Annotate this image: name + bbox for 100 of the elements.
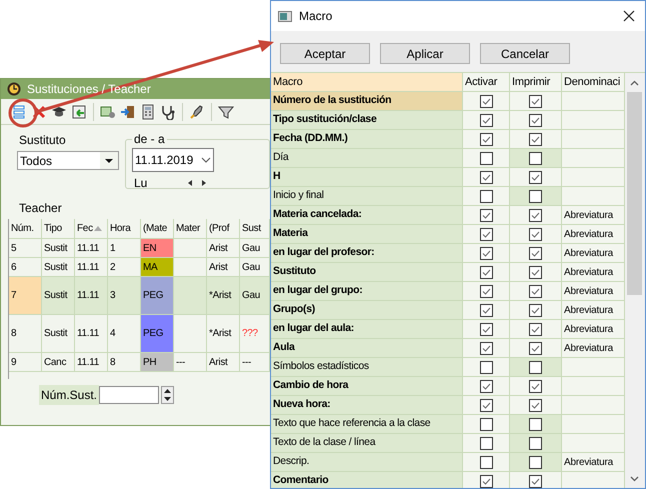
checkbox[interactable] [480, 190, 492, 202]
macro-label[interactable]: Texto de la clase / línea [271, 434, 463, 453]
column-header[interactable]: Macro [271, 73, 463, 92]
checkbox[interactable] [480, 246, 492, 260]
checkbox[interactable] [480, 322, 492, 336]
close-icon[interactable] [623, 10, 635, 22]
checkbox[interactable] [480, 170, 492, 184]
checkbox[interactable] [529, 418, 542, 430]
dialog-button[interactable]: Aplicar [380, 43, 470, 64]
table-cell: Sustit [42, 258, 75, 277]
macro-label[interactable]: Cambio de hora [271, 377, 463, 396]
checkbox[interactable] [529, 322, 542, 336]
checkbox[interactable] [480, 342, 492, 354]
substitute-dropdown[interactable]: Todos [17, 151, 119, 170]
checkbox[interactable] [480, 228, 492, 240]
scrollbar-thumb[interactable] [627, 92, 642, 295]
checkbox[interactable] [480, 114, 492, 126]
calendar-icon[interactable] [71, 104, 87, 120]
dialog-button[interactable]: Aceptar [280, 43, 370, 64]
checkbox[interactable] [529, 170, 542, 184]
checkbox[interactable] [480, 266, 492, 278]
checkbox[interactable] [529, 456, 542, 468]
chevron-icon [201, 157, 211, 163]
macro-label[interactable]: Símbolos estadísticos [271, 358, 463, 377]
table-cell: Gau [240, 277, 270, 315]
checkbox[interactable] [480, 418, 492, 430]
checkbox[interactable] [480, 208, 492, 222]
x-icon[interactable] [31, 104, 47, 120]
checkbox[interactable] [480, 360, 492, 374]
scroll-down-icon[interactable] [630, 476, 639, 482]
dialog-button[interactable]: Cancelar [480, 43, 570, 64]
checkbox[interactable] [529, 474, 542, 488]
macro-label[interactable]: Inicio y final [271, 187, 463, 206]
checkbox[interactable] [529, 132, 542, 146]
macro-label[interactable]: Tipo sustitución/clase [271, 111, 463, 130]
macro-label[interactable]: Fecha (DD.MM.) [271, 130, 463, 149]
previous-icon[interactable] [188, 180, 193, 186]
stethoscope-icon[interactable] [160, 104, 176, 120]
checkbox[interactable] [529, 380, 542, 392]
macro-label[interactable]: Descrip. [271, 453, 463, 472]
checkbox[interactable] [480, 132, 492, 146]
rocket-icon[interactable] [189, 104, 205, 120]
checkbox[interactable] [529, 284, 542, 298]
number-field[interactable] [99, 386, 159, 404]
table-cell: Sustit [42, 239, 75, 258]
table-cell: 8 [108, 353, 141, 372]
macro-label[interactable]: Sustituto [271, 263, 463, 282]
column-header[interactable]: Denominaci [562, 73, 625, 92]
checkbox[interactable] [480, 304, 492, 316]
scroll-up-icon[interactable] [630, 80, 639, 86]
checkbox[interactable] [529, 246, 542, 260]
checkbox[interactable] [480, 284, 492, 298]
weekday-label: Lu [133, 175, 148, 192]
table-cell: Arist [207, 239, 240, 258]
checkbox[interactable] [529, 208, 542, 222]
checkbox[interactable] [480, 380, 492, 392]
checkbox[interactable] [529, 266, 542, 278]
macro-label[interactable]: Materia cancelada: [271, 206, 463, 225]
table-cell: MA [141, 258, 174, 277]
checkbox[interactable] [480, 436, 492, 450]
checkbox[interactable] [480, 474, 492, 488]
macro-label[interactable]: Aula [271, 339, 463, 358]
calculator-icon[interactable] [140, 104, 156, 120]
macro-label[interactable]: Día [271, 149, 463, 168]
door-icon[interactable] [120, 104, 136, 120]
macro-label[interactable]: Texto que hace referencia a la clase [271, 415, 463, 434]
macro-label[interactable]: en lugar del aula: [271, 320, 463, 339]
macro-label[interactable]: en lugar del grupo: [271, 282, 463, 301]
checkbox[interactable] [529, 152, 542, 164]
column-header[interactable]: Imprimir [510, 73, 562, 92]
macro-label[interactable]: en lugar del profesor: [271, 244, 463, 263]
checkbox[interactable] [529, 228, 542, 240]
table-cell [174, 277, 207, 315]
checkbox[interactable] [529, 398, 542, 412]
list-icon[interactable] [11, 104, 27, 120]
table-cell: --- [174, 353, 207, 372]
spinner-control[interactable] [161, 386, 174, 404]
checkbox[interactable] [529, 304, 542, 316]
checkbox[interactable] [529, 190, 542, 202]
column-header[interactable]: Activar [463, 73, 510, 92]
checkbox[interactable] [480, 152, 492, 164]
macro-label[interactable]: Grupo(s) [271, 301, 463, 320]
macro-label[interactable]: Número de la sustitución [271, 92, 463, 111]
macro-label[interactable]: Nueva hora: [271, 396, 463, 415]
checkbox[interactable] [480, 94, 492, 108]
checkbox[interactable] [480, 456, 492, 468]
macro-label[interactable]: H [271, 168, 463, 187]
macro-label[interactable]: Comentario [271, 472, 463, 488]
checkbox[interactable] [529, 114, 542, 126]
macro-label[interactable]: Materia [271, 225, 463, 244]
checkbox[interactable] [529, 436, 542, 450]
date-field[interactable]: 11.11.2019 [132, 148, 214, 172]
next-icon[interactable] [201, 180, 206, 186]
funnel-icon[interactable] [218, 104, 234, 120]
checkbox[interactable] [480, 398, 492, 412]
checkbox[interactable] [529, 342, 542, 354]
highlight-circle [8, 98, 38, 128]
checkbox[interactable] [529, 94, 542, 108]
card-icon[interactable] [100, 104, 116, 120]
checkbox[interactable] [529, 360, 542, 374]
